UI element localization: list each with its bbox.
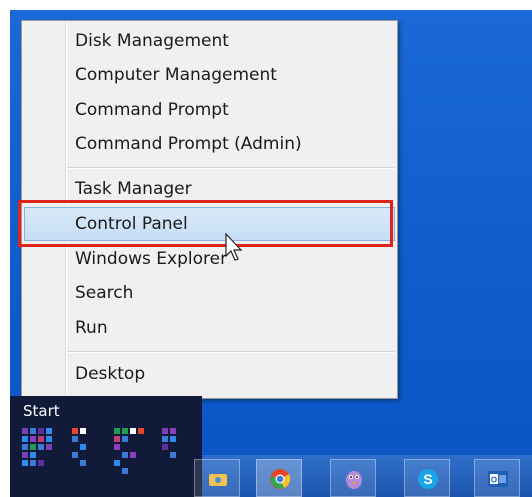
menu-item-label: Run: [75, 318, 108, 338]
taskbar-button-skype[interactable]: S: [404, 459, 450, 497]
taskbar-button-file-explorer[interactable]: [194, 459, 240, 497]
menu-item-label: Search: [75, 283, 134, 303]
taskbar-button-chrome[interactable]: [256, 459, 302, 497]
menu-item-label: Computer Management: [75, 65, 277, 85]
outlook-icon: O: [488, 471, 508, 487]
annotation-highlight-box: [18, 200, 393, 247]
taskbar-button-outlook[interactable]: O: [474, 459, 520, 497]
menu-separator: [67, 167, 395, 169]
taskbar: S O: [194, 455, 532, 497]
menu-item-run[interactable]: Run: [24, 312, 395, 344]
menu-item-command-prompt[interactable]: Command Prompt: [24, 94, 395, 126]
menu-item-search[interactable]: Search: [24, 277, 395, 309]
menu-item-label: Desktop: [75, 364, 146, 384]
menu-item-command-prompt-admin[interactable]: Command Prompt (Admin): [24, 128, 395, 160]
menu-item-label: Command Prompt (Admin): [75, 134, 302, 154]
menu-item-label: Windows Explorer: [75, 249, 228, 269]
menu-item-label: Disk Management: [75, 31, 229, 51]
menu-item-windows-explorer[interactable]: Windows Explorer: [24, 243, 395, 275]
svg-text:O: O: [491, 476, 497, 485]
left-border: [0, 0, 10, 497]
chrome-icon: [270, 469, 291, 489]
menu-separator: [67, 351, 395, 353]
start-screen-thumbnail: [22, 428, 192, 492]
skype-icon: S: [418, 469, 438, 489]
menu-item-desktop[interactable]: Desktop: [24, 358, 395, 390]
mouse-cursor-icon: [225, 232, 243, 261]
start-button[interactable]: Start: [10, 396, 202, 497]
start-label: Start: [23, 402, 60, 420]
file-explorer-icon: [209, 474, 227, 486]
svg-text:S: S: [423, 471, 432, 487]
menu-item-computer-management[interactable]: Computer Management: [24, 59, 395, 91]
pidgin-icon: [346, 471, 362, 489]
menu-item-disk-management[interactable]: Disk Management: [24, 25, 395, 57]
top-border: [0, 0, 532, 10]
menu-item-label: Command Prompt: [75, 100, 229, 120]
taskbar-button-pidgin[interactable]: [330, 459, 376, 497]
